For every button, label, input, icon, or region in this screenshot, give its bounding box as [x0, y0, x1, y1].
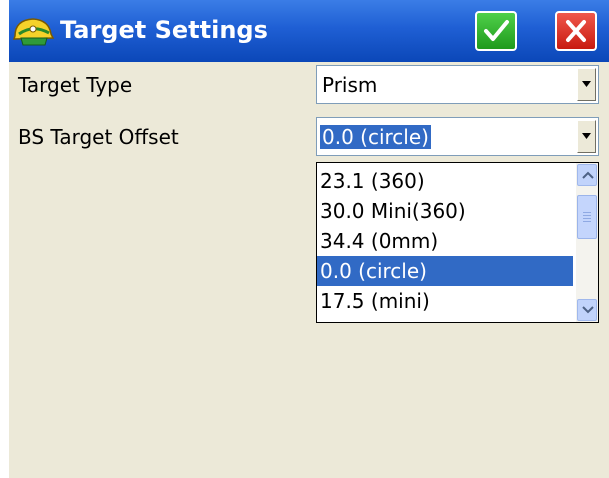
chevron-up-icon	[582, 171, 594, 179]
scroll-up-button[interactable]	[577, 164, 597, 186]
dropdown-option[interactable]: 17.5 (mini)	[317, 286, 573, 316]
ok-button[interactable]	[475, 11, 517, 51]
scroll-grip	[583, 215, 591, 216]
target-type-label: Target Type	[18, 73, 133, 97]
scroll-down-button[interactable]	[577, 299, 597, 321]
scroll-grip	[583, 221, 591, 222]
target-type-select[interactable]: Prism	[316, 65, 599, 104]
dropdown-option-selected[interactable]: 0.0 (circle)	[317, 256, 573, 286]
scroll-thumb[interactable]	[577, 195, 597, 239]
scroll-grip	[583, 212, 591, 213]
dropdown-option[interactable]: 23.1 (360)	[317, 166, 573, 196]
checkmark-icon	[484, 20, 509, 41]
bs-target-offset-label: BS Target Offset	[18, 125, 179, 149]
bs-target-offset-dropdown-list: 23.1 (360) 30.0 Mini(360) 34.4 (0mm) 0.0…	[316, 162, 599, 323]
dropdown-option[interactable]: 34.4 (0mm)	[317, 226, 573, 256]
title-bar: Target Settings	[9, 0, 609, 62]
chevron-down-icon	[582, 133, 591, 139]
bs-target-offset-dropdown-button[interactable]	[577, 120, 596, 153]
chevron-down-icon	[582, 306, 594, 314]
scroll-grip	[583, 218, 591, 219]
chevron-down-icon	[582, 81, 591, 87]
satellite-helmet-icon	[11, 14, 55, 50]
cancel-button[interactable]	[555, 11, 597, 51]
window-title: Target Settings	[60, 16, 268, 44]
target-type-value: Prism	[322, 73, 378, 97]
dropdown-option[interactable]: 30.0 Mini(360)	[317, 196, 573, 226]
dropdown-scrollbar[interactable]	[576, 163, 598, 322]
target-settings-window: Target Settings Target Type Prism BS Tar…	[9, 0, 609, 478]
bs-target-offset-value: 0.0 (circle)	[319, 124, 432, 150]
close-x-icon	[566, 20, 586, 42]
target-type-dropdown-button[interactable]	[577, 68, 596, 101]
bs-target-offset-select[interactable]: 0.0 (circle)	[316, 117, 599, 156]
